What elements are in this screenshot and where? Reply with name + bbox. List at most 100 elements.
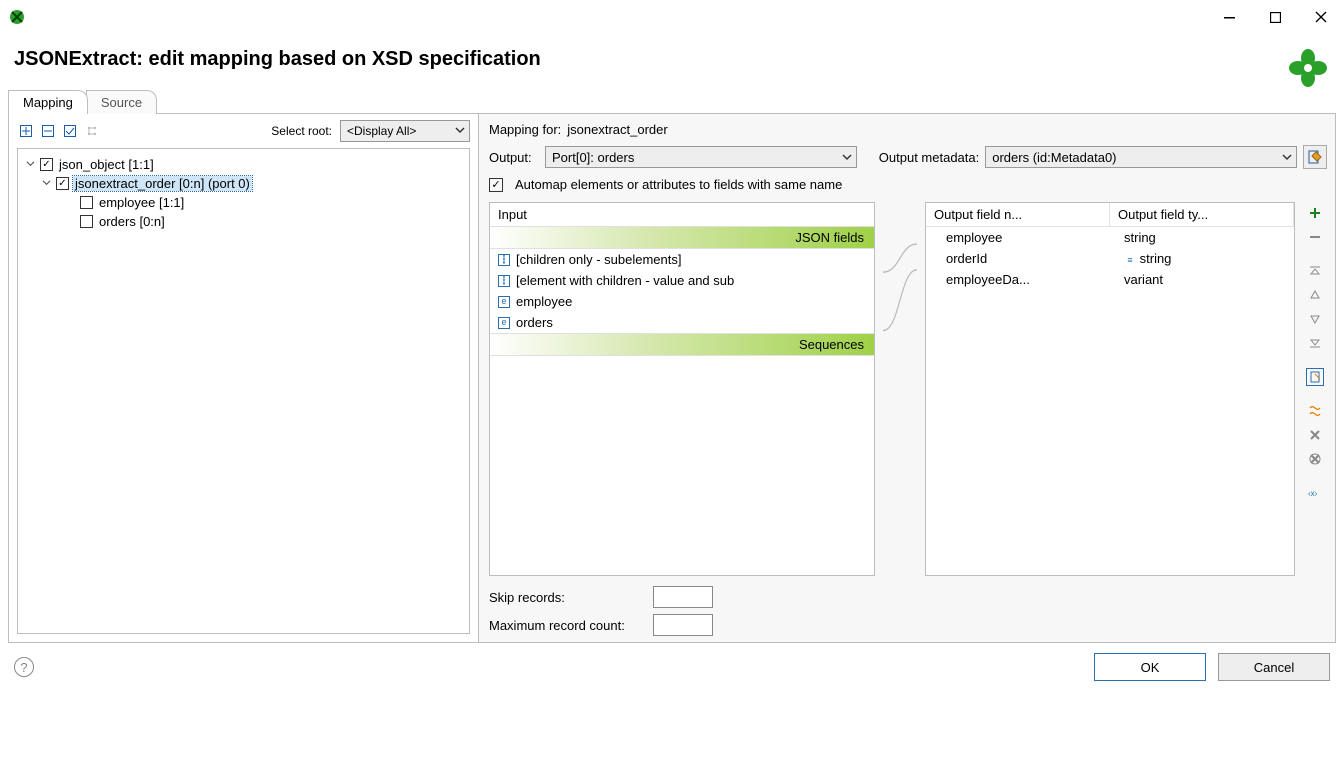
- tree-checkbox[interactable]: ✓: [56, 177, 69, 190]
- tree-node[interactable]: ✓ json_object [1:1]: [22, 155, 465, 174]
- mapping-tree[interactable]: ✓ json_object [1:1] ✓ jsonextract_order …: [17, 148, 470, 634]
- tree-label: json_object [1:1]: [57, 157, 156, 172]
- output-row[interactable]: employee string: [926, 227, 1294, 248]
- minimize-button[interactable]: [1206, 2, 1252, 32]
- tree-structure-icon[interactable]: [85, 124, 99, 138]
- output-port-value: Port[0]: orders: [552, 150, 634, 165]
- col-field-name[interactable]: Output field n...: [926, 203, 1110, 226]
- output-port-dropdown[interactable]: Port[0]: orders: [545, 146, 857, 168]
- element-icon: e: [498, 317, 510, 329]
- tree-node[interactable]: ✓ jsonextract_order [0:n] (port 0): [22, 174, 465, 193]
- select-root-dropdown[interactable]: <Display All>: [340, 120, 470, 142]
- remove-field-icon[interactable]: [1306, 228, 1324, 246]
- tree-label: jsonextract_order [0:n] (port 0): [73, 176, 252, 191]
- add-field-icon[interactable]: [1306, 204, 1324, 222]
- connection-lines: [883, 202, 917, 576]
- output-metadata-dropdown[interactable]: orders (id:Metadata0): [985, 146, 1297, 168]
- input-item[interactable]: ┇ [element with children - value and sub: [490, 270, 874, 291]
- footer: ? OK Cancel: [0, 643, 1344, 695]
- output-row[interactable]: orderId ≡ string: [926, 248, 1294, 269]
- auto-map-icon[interactable]: [1306, 402, 1324, 420]
- input-panel: Input JSON fields ┇ [children only - sub…: [489, 202, 875, 576]
- tree-label: orders [0:n]: [97, 214, 167, 229]
- clipboard-icon[interactable]: [1306, 368, 1324, 386]
- tree-label: employee [1:1]: [97, 195, 186, 210]
- input-panel-header: Input: [490, 203, 874, 226]
- input-item[interactable]: e employee: [490, 291, 874, 312]
- select-root-label: Select root:: [271, 124, 332, 138]
- app-icon: [8, 8, 26, 26]
- band-json-fields: JSON fields: [490, 226, 874, 249]
- chevron-down-icon: [842, 150, 852, 165]
- page-title: JSONExtract: edit mapping based on XSD s…: [14, 48, 1344, 71]
- input-item[interactable]: ┇ [children only - subelements]: [490, 249, 874, 270]
- tab-content: Select root: <Display All> ✓ json_object…: [8, 113, 1336, 643]
- help-button[interactable]: ?: [14, 657, 34, 677]
- collapse-icon[interactable]: [40, 178, 52, 189]
- tree-node[interactable]: · employee [1:1]: [22, 193, 465, 212]
- move-bottom-icon[interactable]: [1306, 334, 1324, 352]
- collapse-icon[interactable]: [24, 159, 36, 170]
- expand-all-icon[interactable]: [19, 124, 33, 138]
- max-count-input[interactable]: [653, 614, 713, 636]
- tree-toolbar: Select root: <Display All>: [9, 114, 478, 148]
- maximize-button[interactable]: [1252, 2, 1298, 32]
- tree-valuesub-icon: ┇: [498, 275, 510, 287]
- mapping-for-value: jsonextract_order: [567, 122, 667, 137]
- automap-checkbox[interactable]: ✓: [489, 178, 503, 192]
- col-field-type[interactable]: Output field ty...: [1110, 203, 1294, 226]
- automap-label: Automap elements or attributes to fields…: [515, 177, 842, 192]
- app-logo-icon: [1288, 48, 1328, 91]
- output-headers: Output field n... Output field ty...: [926, 203, 1294, 227]
- clear-all-icon[interactable]: [1306, 450, 1324, 468]
- ok-button[interactable]: OK: [1094, 653, 1206, 681]
- cell-type: variant: [1116, 269, 1294, 290]
- tree-checkbox[interactable]: [80, 196, 93, 209]
- cell-type: string: [1116, 227, 1294, 248]
- check-all-icon[interactable]: [63, 124, 77, 138]
- element-icon: e: [498, 296, 510, 308]
- move-up-icon[interactable]: [1306, 286, 1324, 304]
- output-label: Output:: [489, 150, 539, 165]
- input-item-label: [children only - subelements]: [516, 252, 681, 267]
- clear-mapping-icon[interactable]: [1306, 426, 1324, 444]
- output-metadata-value: orders (id:Metadata0): [992, 150, 1116, 165]
- cell-name: orderId: [926, 248, 1116, 269]
- cancel-button[interactable]: Cancel: [1218, 653, 1330, 681]
- svg-text:‹x›: ‹x›: [1308, 489, 1318, 498]
- cell-type: ≡ string: [1116, 248, 1294, 269]
- bottom-fields: Skip records: Maximum record count:: [489, 586, 1327, 636]
- cell-name: employeeDa...: [926, 269, 1116, 290]
- tab-source[interactable]: Source: [86, 90, 157, 114]
- move-top-icon[interactable]: [1306, 262, 1324, 280]
- input-item-label: [element with children - value and sub: [516, 273, 734, 288]
- skip-records-input[interactable]: [653, 586, 713, 608]
- chevron-down-icon: [455, 124, 465, 138]
- output-row[interactable]: employeeDa... variant: [926, 269, 1294, 290]
- tree-checkbox[interactable]: [80, 215, 93, 228]
- side-tools: ‹x›: [1303, 202, 1327, 576]
- input-item[interactable]: e orders: [490, 312, 874, 333]
- xml-icon[interactable]: ‹x›: [1306, 484, 1324, 502]
- mapping-for-label: Mapping for:: [489, 122, 561, 137]
- input-item-label: orders: [516, 315, 553, 330]
- select-root-value: <Display All>: [347, 124, 416, 138]
- max-count-label: Maximum record count:: [489, 618, 647, 633]
- collapse-all-icon[interactable]: [41, 124, 55, 138]
- tree-checkbox[interactable]: ✓: [40, 158, 53, 171]
- tab-bar: Mapping Source: [8, 89, 1336, 113]
- edit-metadata-button[interactable]: [1303, 145, 1327, 169]
- output-panel: Output field n... Output field ty... emp…: [925, 202, 1295, 576]
- right-pane: Mapping for: jsonextract_order Output: P…: [479, 114, 1335, 642]
- close-button[interactable]: [1298, 2, 1344, 32]
- band-sequences: Sequences: [490, 333, 874, 356]
- chevron-down-icon: [1282, 150, 1292, 165]
- list-icon: ≡: [1124, 254, 1136, 266]
- left-pane: Select root: <Display All> ✓ json_object…: [9, 114, 479, 642]
- input-item-label: employee: [516, 294, 572, 309]
- tab-mapping[interactable]: Mapping: [8, 90, 88, 114]
- skip-records-label: Skip records:: [489, 590, 647, 605]
- tree-node[interactable]: · orders [0:n]: [22, 212, 465, 231]
- output-metadata-label: Output metadata:: [879, 150, 979, 165]
- move-down-icon[interactable]: [1306, 310, 1324, 328]
